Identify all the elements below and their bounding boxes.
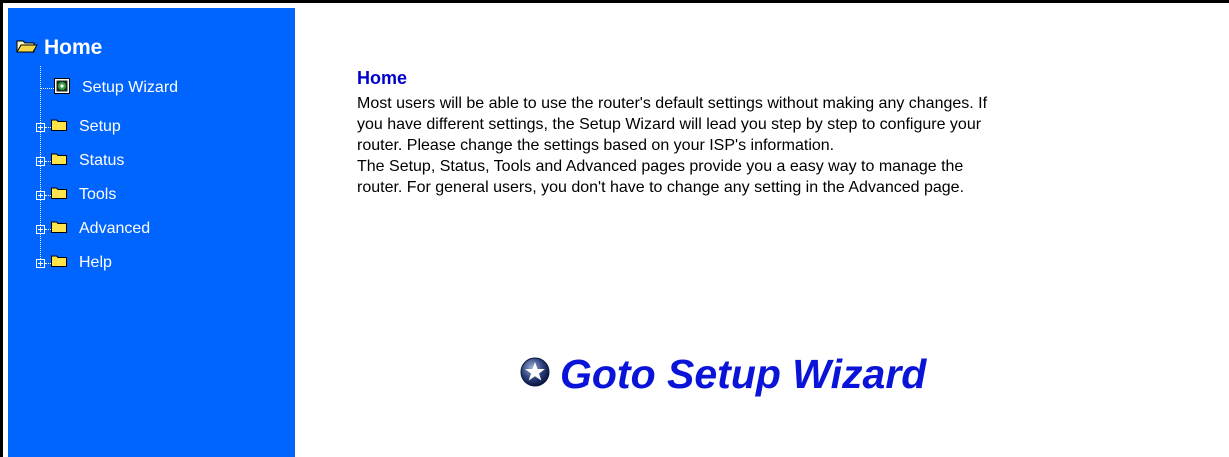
sidebar-item-help[interactable]: Help [32, 252, 112, 274]
expand-plus-icon[interactable] [36, 122, 45, 132]
intro-line: router. For general users, you don't hav… [357, 179, 965, 196]
folder-icon [51, 118, 67, 136]
intro-line: router. Please change the settings based… [357, 137, 835, 154]
intro-text: Most users will be able to use the route… [357, 93, 1177, 198]
wizard-link-label: Goto Setup Wizard [560, 350, 927, 397]
sidebar-nav: Home Setup Wizard Setup Status Tools Adv… [8, 8, 295, 457]
star-badge-icon [520, 357, 550, 392]
expand-plus-icon[interactable] [36, 156, 45, 166]
intro-line: The Setup, Status, Tools and Advanced pa… [357, 158, 964, 175]
open-folder-icon [16, 36, 38, 60]
expand-plus-icon[interactable] [36, 258, 45, 268]
folder-icon [51, 152, 67, 170]
intro-line: Most users will be able to use the route… [357, 95, 988, 112]
sidebar-item-advanced[interactable]: Advanced [32, 218, 150, 240]
sidebar-item-status[interactable]: Status [32, 150, 124, 172]
folder-icon [51, 186, 67, 204]
goto-setup-wizard-link[interactable]: Goto Setup Wizard [520, 348, 926, 400]
sidebar-item-label: Setup [79, 118, 121, 135]
intro-line: you have different settings, the Setup W… [357, 116, 982, 133]
sidebar-home-link[interactable]: Home [16, 34, 102, 62]
sidebar-item-label: Status [79, 152, 125, 169]
sidebar-item-label: Advanced [79, 220, 151, 237]
main-content: Home Most users will be able to use the … [295, 3, 1229, 457]
folder-icon [51, 254, 67, 272]
sidebar-item-tools[interactable]: Tools [32, 184, 116, 206]
sidebar-home-label: Home [44, 36, 103, 59]
expand-plus-icon[interactable] [36, 224, 45, 234]
sidebar-item-setup-wizard[interactable]: Setup Wizard [32, 77, 178, 99]
page-title: Home [357, 68, 408, 88]
wizard-page-icon [54, 77, 70, 99]
sidebar-item-label: Help [79, 254, 112, 271]
tree-branch-line [40, 87, 54, 89]
sidebar-item-setup[interactable]: Setup [32, 116, 121, 138]
sidebar-item-label: Tools [79, 186, 117, 203]
folder-icon [51, 220, 67, 238]
sidebar-item-label: Setup Wizard [82, 79, 179, 96]
expand-plus-icon[interactable] [36, 190, 45, 200]
